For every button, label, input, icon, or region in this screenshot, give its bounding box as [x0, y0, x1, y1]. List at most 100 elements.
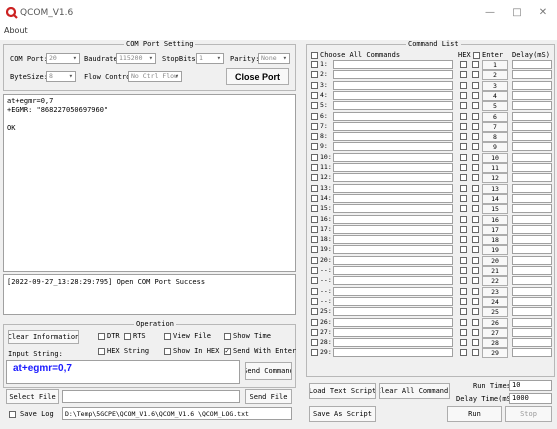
command-send-button[interactable]: 19 — [482, 245, 508, 256]
close-port-button[interactable]: Close Port — [226, 68, 289, 85]
show-time-checkbox[interactable] — [224, 333, 231, 340]
command-input[interactable] — [333, 286, 453, 296]
choose-all-checkbox[interactable] — [311, 52, 318, 59]
command-input[interactable] — [333, 255, 453, 265]
command-hex-checkbox[interactable] — [460, 246, 467, 254]
command-send-button[interactable]: 11 — [482, 163, 508, 173]
command-send-button[interactable]: 21 — [482, 266, 508, 276]
command-delay-input[interactable] — [512, 60, 552, 69]
command-select-checkbox[interactable] — [311, 153, 318, 161]
command-select-checkbox[interactable] — [311, 164, 318, 171]
command-send-button[interactable]: 18 — [482, 235, 508, 246]
command-delay-input[interactable] — [512, 111, 552, 121]
command-enter-checkbox[interactable] — [472, 81, 479, 89]
command-delay-input[interactable] — [512, 152, 552, 162]
command-send-button[interactable]: 20 — [482, 255, 508, 266]
command-select-checkbox[interactable] — [311, 339, 318, 347]
command-enter-checkbox[interactable] — [472, 205, 479, 213]
command-enter-checkbox[interactable] — [472, 349, 479, 357]
command-hex-checkbox[interactable] — [460, 205, 467, 213]
command-enter-checkbox[interactable] — [472, 297, 479, 305]
command-enter-checkbox[interactable] — [472, 236, 479, 244]
save-log-checkbox[interactable] — [9, 411, 16, 418]
command-delay-input[interactable] — [512, 296, 552, 306]
command-input[interactable] — [333, 204, 453, 214]
command-hex-checkbox[interactable] — [460, 308, 467, 316]
stop-button[interactable]: Stop — [505, 406, 552, 422]
command-enter-checkbox[interactable] — [472, 91, 479, 99]
command-delay-input[interactable] — [512, 173, 552, 183]
command-input[interactable] — [333, 163, 453, 172]
clear-all-commands-button[interactable]: Clear All Commands — [379, 383, 450, 399]
command-select-checkbox[interactable] — [311, 287, 318, 295]
command-enter-checkbox[interactable] — [472, 112, 479, 120]
command-delay-input[interactable] — [512, 317, 552, 327]
command-input[interactable] — [333, 307, 453, 317]
command-hex-checkbox[interactable] — [460, 143, 467, 151]
command-delay-input[interactable] — [512, 70, 552, 80]
command-select-checkbox[interactable] — [311, 102, 318, 110]
command-send-button[interactable]: 23 — [482, 286, 508, 297]
command-send-button[interactable]: 29 — [482, 348, 508, 359]
run-times-input[interactable]: 10 — [509, 380, 552, 391]
command-select-checkbox[interactable] — [311, 328, 318, 336]
command-send-button[interactable]: 15 — [482, 204, 508, 215]
command-enter-checkbox[interactable] — [472, 277, 479, 285]
command-send-button[interactable]: 4 — [482, 90, 508, 101]
command-delay-input[interactable] — [512, 204, 552, 214]
command-enter-checkbox[interactable] — [472, 174, 479, 182]
command-send-button[interactable]: 25 — [482, 307, 508, 318]
command-hex-checkbox[interactable] — [460, 122, 467, 130]
command-send-button[interactable]: 9 — [482, 142, 508, 153]
command-send-button[interactable]: 14 — [482, 193, 508, 204]
command-input[interactable] — [333, 90, 453, 100]
run-button[interactable]: Run — [447, 406, 502, 422]
command-send-button[interactable]: 2 — [482, 70, 508, 81]
command-send-button[interactable]: 28 — [482, 338, 508, 349]
command-delay-input[interactable] — [512, 224, 552, 234]
command-enter-checkbox[interactable] — [472, 308, 479, 316]
command-enter-checkbox[interactable] — [472, 194, 479, 202]
menu-about[interactable]: About — [4, 26, 28, 35]
command-select-checkbox[interactable] — [311, 133, 318, 141]
command-select-checkbox[interactable] — [311, 256, 318, 264]
command-delay-input[interactable] — [512, 163, 552, 172]
command-input[interactable] — [333, 276, 453, 286]
command-enter-checkbox[interactable] — [472, 318, 479, 326]
command-hex-checkbox[interactable] — [460, 81, 467, 89]
maximize-button[interactable]: □ — [507, 5, 527, 21]
command-select-checkbox[interactable] — [311, 194, 318, 202]
com-port-select[interactable]: 20 — [46, 53, 80, 64]
command-select-checkbox[interactable] — [311, 61, 318, 68]
command-select-checkbox[interactable] — [311, 277, 318, 285]
command-delay-input[interactable] — [512, 193, 552, 203]
command-delay-input[interactable] — [512, 338, 552, 348]
show-in-hex-checkbox[interactable] — [164, 348, 171, 355]
clear-information-button[interactable]: Clear Information — [8, 330, 79, 344]
file-path-field[interactable] — [62, 390, 240, 403]
command-send-button[interactable]: 10 — [482, 152, 508, 163]
command-enter-checkbox[interactable] — [472, 122, 479, 130]
command-enter-checkbox[interactable] — [472, 225, 479, 233]
command-send-button[interactable]: 8 — [482, 132, 508, 143]
command-input[interactable] — [333, 132, 453, 142]
command-select-checkbox[interactable] — [311, 236, 318, 244]
command-delay-input[interactable] — [512, 245, 552, 255]
command-hex-checkbox[interactable] — [460, 236, 467, 244]
command-select-checkbox[interactable] — [311, 246, 318, 254]
command-delay-input[interactable] — [512, 214, 552, 224]
flow-control-select[interactable]: No Ctrl Flow — [128, 71, 182, 82]
command-hex-checkbox[interactable] — [460, 133, 467, 141]
command-input[interactable] — [333, 101, 453, 111]
command-delay-input[interactable] — [512, 348, 552, 358]
command-delay-input[interactable] — [512, 132, 552, 142]
command-hex-checkbox[interactable] — [460, 174, 467, 182]
command-send-button[interactable]: 27 — [482, 327, 508, 338]
command-send-button[interactable]: 16 — [482, 214, 508, 225]
command-delay-input[interactable] — [512, 101, 552, 111]
command-hex-checkbox[interactable] — [460, 277, 467, 285]
command-select-checkbox[interactable] — [311, 122, 318, 130]
parity-select[interactable]: None — [258, 53, 290, 64]
command-enter-checkbox[interactable] — [472, 246, 479, 254]
command-enter-checkbox[interactable] — [472, 184, 479, 192]
